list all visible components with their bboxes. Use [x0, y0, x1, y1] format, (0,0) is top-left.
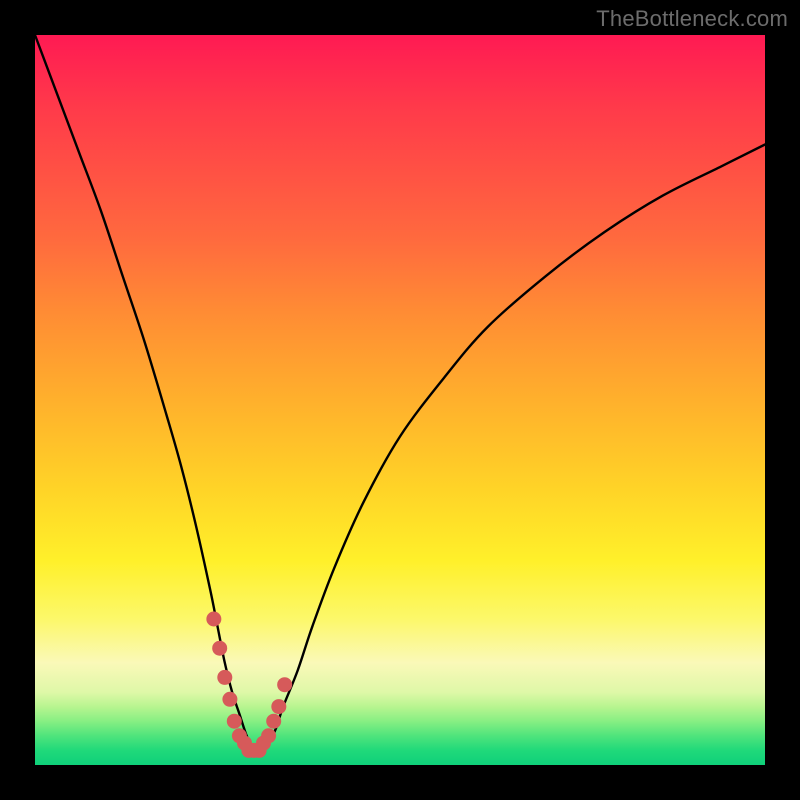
bottleneck-curve: [35, 35, 765, 752]
highlight-dot: [206, 612, 221, 627]
highlight-dot: [222, 692, 237, 707]
chart-plot-area: [35, 35, 765, 765]
highlight-dot: [277, 677, 292, 692]
highlight-dot: [217, 670, 232, 685]
chart-svg: [35, 35, 765, 765]
highlight-dot: [227, 714, 242, 729]
highlight-dot: [261, 728, 276, 743]
highlight-dot: [212, 641, 227, 656]
highlight-dot: [266, 714, 281, 729]
highlight-dot: [271, 699, 286, 714]
watermark-text: TheBottleneck.com: [596, 6, 788, 32]
chart-frame: TheBottleneck.com: [0, 0, 800, 800]
